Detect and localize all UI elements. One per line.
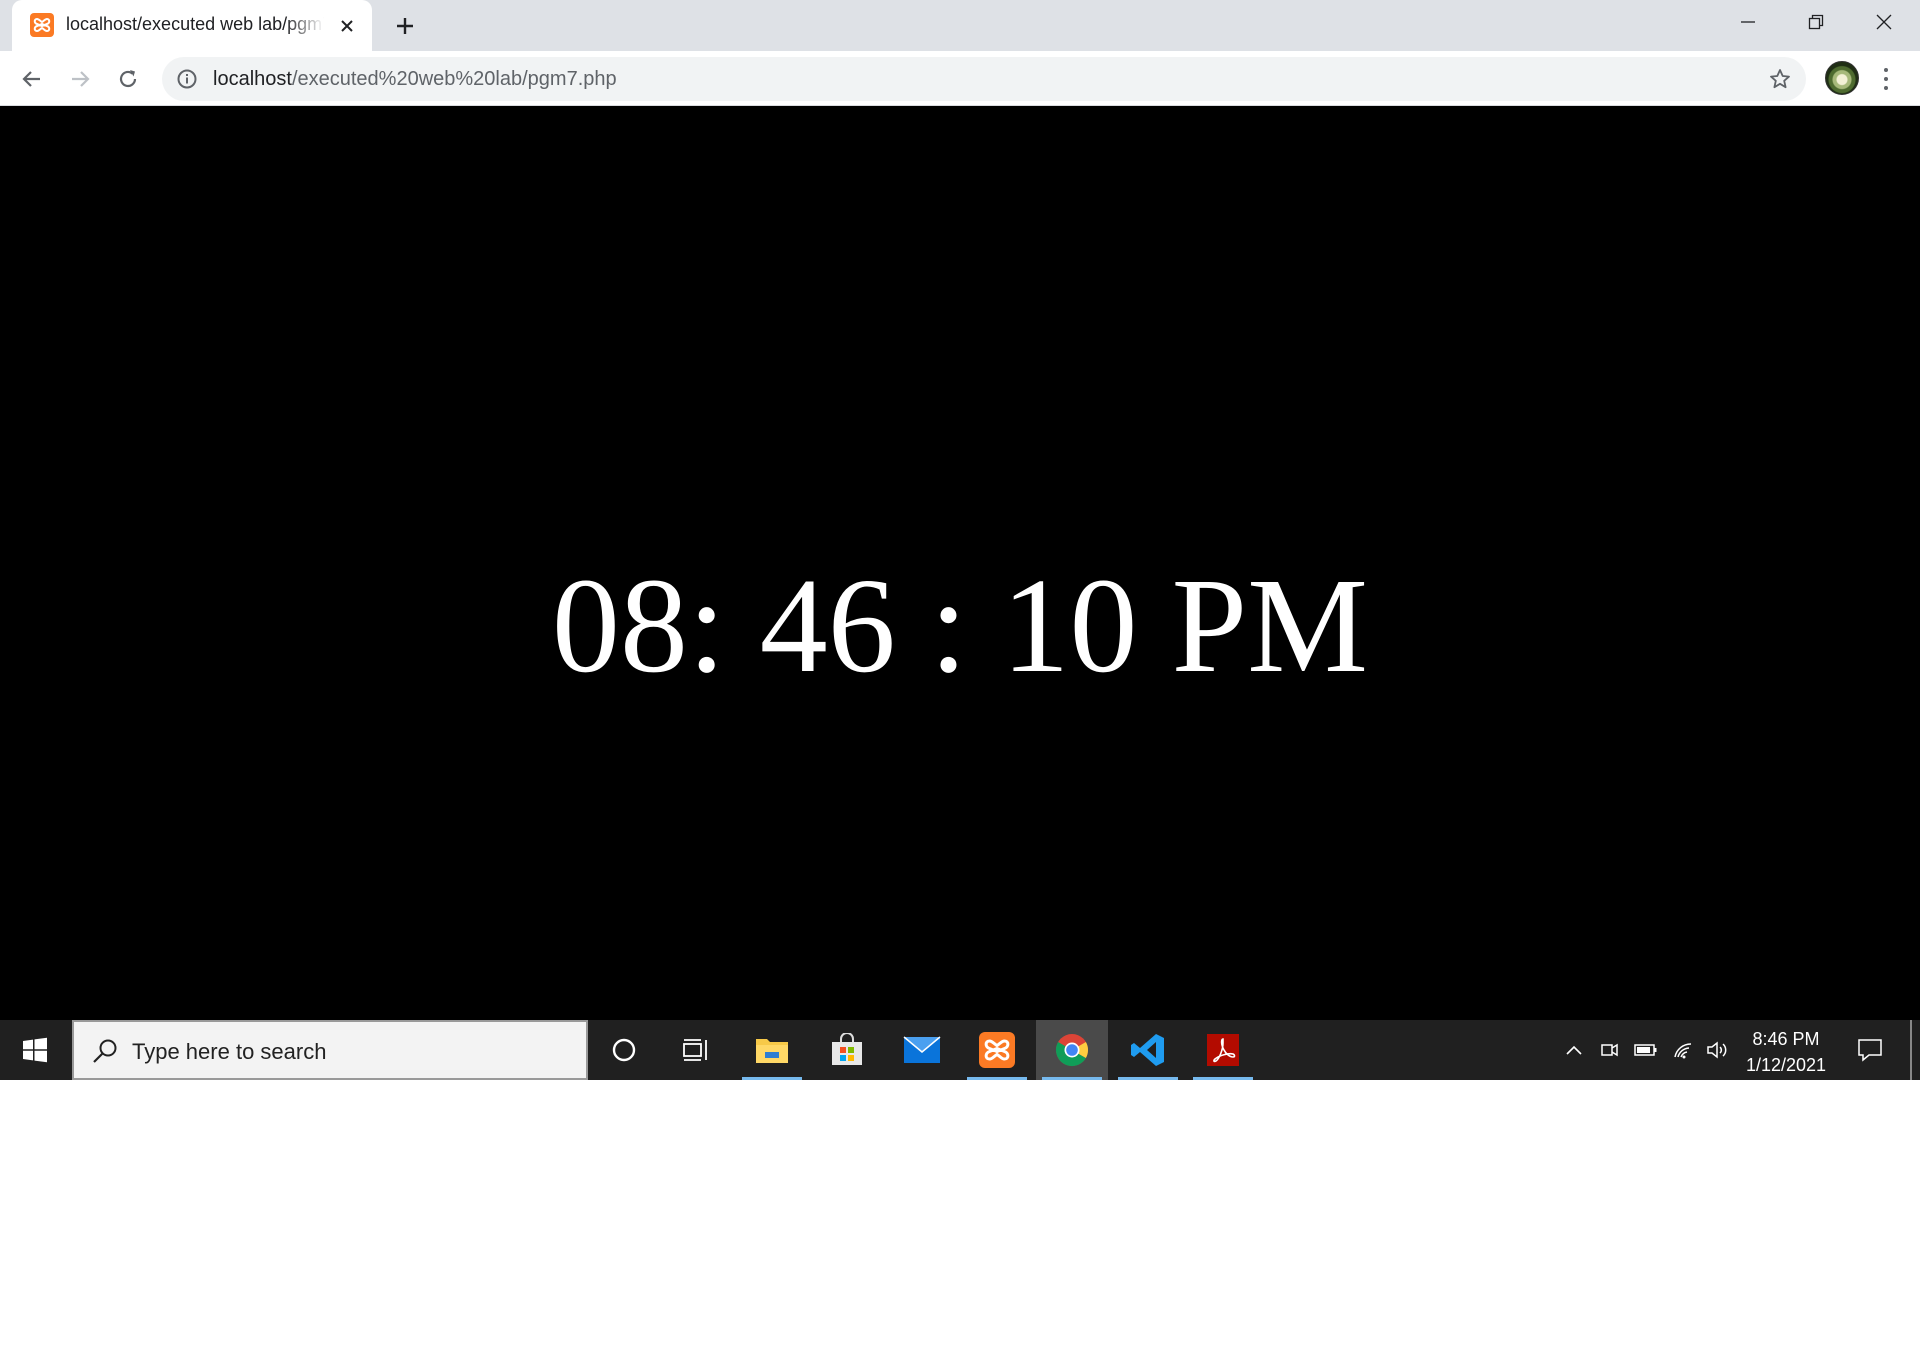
- show-hidden-icons-button[interactable]: [1560, 1037, 1588, 1063]
- running-indicator: [1042, 1077, 1102, 1080]
- screen: localhost/executed web lab/pgm7.php: [0, 0, 1920, 1080]
- chevron-up-icon: [1566, 1045, 1582, 1055]
- meet-now-button[interactable]: [1596, 1037, 1624, 1063]
- taskbar-search[interactable]: Type here to search: [72, 1020, 588, 1080]
- tab-title: localhost/executed web lab/pgm7.php: [66, 14, 324, 34]
- store-icon: [832, 1033, 862, 1065]
- reload-button[interactable]: [110, 61, 146, 97]
- task-view-icon: [683, 1039, 707, 1061]
- info-icon[interactable]: [176, 68, 198, 90]
- back-button[interactable]: [14, 61, 50, 97]
- running-indicator: [1193, 1077, 1253, 1080]
- battery-indicator[interactable]: [1632, 1037, 1660, 1063]
- close-icon: [341, 20, 353, 32]
- taskbar-date: 1/12/2021: [1745, 1055, 1827, 1075]
- volume-icon: [1707, 1041, 1727, 1059]
- xampp-icon: [30, 13, 54, 37]
- url-path: /executed%20web%20lab/pgm7.php: [291, 68, 617, 90]
- taskbar-mail[interactable]: [886, 1020, 958, 1080]
- restore-button[interactable]: [1782, 0, 1850, 44]
- taskbar-xampp[interactable]: [961, 1020, 1033, 1080]
- tab-strip: localhost/executed web lab/pgm7.php: [0, 0, 1920, 51]
- volume-indicator[interactable]: [1704, 1037, 1732, 1063]
- reload-icon: [119, 70, 137, 88]
- close-window-button[interactable]: [1850, 0, 1918, 44]
- cortana-icon: [612, 1038, 636, 1062]
- battery-icon: [1634, 1044, 1657, 1056]
- meet-now-icon: [1601, 1043, 1618, 1057]
- taskbar-clock[interactable]: 8:46 PM 1/12/2021: [1730, 1026, 1842, 1078]
- profile-avatar[interactable]: [1825, 61, 1859, 95]
- search-placeholder: Type here to search: [132, 1039, 327, 1064]
- action-center-button[interactable]: [1852, 1033, 1888, 1067]
- browser-toolbar: localhost/executed%20web%20lab/pgm7.php: [0, 51, 1920, 106]
- chrome-icon: [1055, 1034, 1089, 1067]
- taskbar: Type here to search 8:46 PM 1/12/2021: [0, 1020, 1920, 1080]
- close-icon: [1876, 14, 1892, 30]
- task-view-button[interactable]: [660, 1020, 732, 1080]
- notification-icon: [1858, 1039, 1882, 1062]
- start-button[interactable]: [0, 1020, 70, 1080]
- running-indicator: [1118, 1077, 1178, 1080]
- running-indicator: [742, 1077, 802, 1080]
- url-host: localhost: [213, 68, 292, 90]
- plus-icon: [397, 18, 413, 34]
- page-content: 08: 46 : 10 PM: [0, 106, 1920, 1020]
- browser-tab[interactable]: localhost/executed web lab/pgm7.php: [12, 0, 372, 51]
- minimize-icon: [1741, 21, 1755, 23]
- acrobat-icon: [1207, 1034, 1239, 1066]
- search-icon: [93, 1039, 117, 1063]
- taskbar-acrobat[interactable]: [1187, 1020, 1259, 1080]
- wifi-indicator[interactable]: [1669, 1037, 1697, 1063]
- vscode-icon: [1131, 1034, 1164, 1066]
- restore-icon: [1808, 14, 1824, 30]
- star-icon[interactable]: [1768, 67, 1792, 91]
- cortana-button[interactable]: [588, 1020, 660, 1080]
- taskbar-time: 8:46 PM: [1752, 1029, 1820, 1049]
- dot: [1884, 68, 1888, 72]
- wifi-icon: [1674, 1043, 1692, 1059]
- taskbar-vscode[interactable]: [1112, 1020, 1184, 1080]
- tab-close-button[interactable]: [334, 13, 360, 39]
- arrow-right-icon: [72, 71, 90, 87]
- digital-clock: 08: 46 : 10 PM: [551, 551, 1369, 701]
- dot: [1884, 77, 1888, 81]
- new-tab-button[interactable]: [390, 11, 420, 41]
- browser-menu-button[interactable]: [1874, 65, 1898, 93]
- show-desktop-button[interactable]: [1910, 1020, 1912, 1080]
- url-text[interactable]: localhost/executed%20web%20lab/pgm7.php: [213, 68, 617, 91]
- taskbar-store[interactable]: [811, 1020, 883, 1080]
- running-indicator: [967, 1077, 1027, 1080]
- file-explorer-icon: [756, 1039, 788, 1063]
- taskbar-chrome[interactable]: [1036, 1020, 1108, 1080]
- windows-logo-icon: [23, 1037, 47, 1063]
- xampp-icon: [979, 1032, 1015, 1068]
- dot: [1884, 86, 1888, 90]
- taskbar-file-explorer[interactable]: [736, 1020, 808, 1080]
- minimize-button[interactable]: [1714, 0, 1782, 44]
- mail-icon: [903, 1036, 941, 1063]
- forward-button[interactable]: [62, 61, 98, 97]
- address-bar[interactable]: localhost/executed%20web%20lab/pgm7.php: [162, 57, 1806, 101]
- arrow-left-icon: [22, 71, 40, 87]
